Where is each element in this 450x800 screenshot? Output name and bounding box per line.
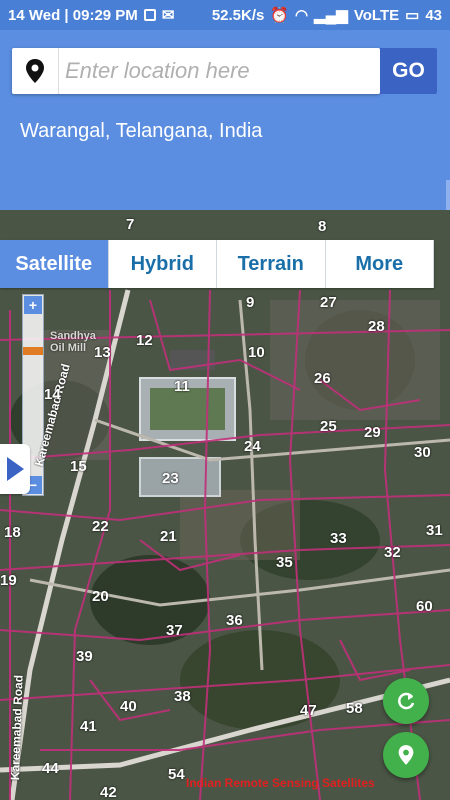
plot-number: 11 [174, 378, 190, 395]
plot-number: 9 [246, 294, 255, 311]
gallery-notification-icon [143, 9, 156, 21]
location-pin-icon [398, 745, 414, 765]
plot-number: 31 [426, 522, 443, 539]
satellite-map[interactable]: Satellite Hybrid Terrain More + − Kareem… [0, 210, 450, 800]
map-imagery [0, 210, 450, 800]
map-type-tabs: Satellite Hybrid Terrain More [0, 240, 434, 288]
plot-number: 15 [70, 458, 87, 475]
tab-more[interactable]: More [325, 240, 434, 288]
plot-number: 29 [364, 424, 381, 441]
imagery-watermark: Indian Remote Sensing Satellites [186, 776, 375, 790]
plot-number: 44 [42, 760, 59, 777]
status-network: VoLTE [353, 6, 400, 24]
plot-number: 35 [276, 554, 293, 571]
my-location-button[interactable] [383, 732, 429, 778]
plot-number: 36 [226, 612, 243, 629]
plot-number: 58 [346, 700, 363, 717]
tab-hybrid[interactable]: Hybrid [108, 240, 217, 288]
status-bar: 14 Wed | 09:29 PM ✉ 52.5K/s ⏰ ◠ ▂▄▆ VoLT… [0, 0, 450, 30]
plot-number: 47 [300, 702, 317, 719]
alarm-icon: ⏰ [270, 7, 290, 24]
plot-number: 22 [92, 518, 109, 535]
battery-icon: ▭ [405, 7, 420, 24]
search-header: GO Warangal, Telangana, India [0, 30, 450, 240]
signal-icon: ▂▄▆ [314, 7, 348, 24]
zoom-handle[interactable] [23, 347, 43, 355]
refresh-button[interactable] [383, 678, 429, 724]
plot-number: 12 [136, 332, 153, 349]
plot-number: 37 [166, 622, 183, 639]
search-box [12, 48, 380, 94]
plot-number: 24 [244, 438, 261, 455]
plot-number: 26 [314, 370, 331, 387]
plot-number: 27 [320, 294, 337, 311]
tab-terrain[interactable]: Terrain [217, 240, 326, 288]
tab-satellite[interactable]: Satellite [0, 240, 109, 288]
location-label: Warangal, Telangana, India [20, 120, 263, 142]
plot-number: 21 [160, 528, 177, 545]
wifi-icon: ◠ [295, 7, 309, 24]
status-battery: 43 [425, 6, 442, 24]
play-arrow-icon [7, 457, 24, 481]
plot-number: 19 [0, 572, 17, 589]
plot-number: 54 [168, 766, 185, 783]
zoom-in-button[interactable]: + [24, 296, 42, 314]
location-pin-icon [26, 59, 44, 83]
plot-number: 23 [162, 470, 179, 487]
plot-number: 20 [92, 588, 109, 605]
plot-number: 32 [384, 544, 401, 561]
plot-number: 30 [414, 444, 431, 461]
refresh-icon [398, 692, 415, 710]
plot-number: 28 [368, 318, 385, 335]
search-input[interactable] [58, 48, 374, 94]
expand-panel-button[interactable] [0, 444, 30, 494]
plot-number: 33 [330, 530, 347, 547]
plot-number: 13 [94, 344, 111, 361]
plot-number: 38 [174, 688, 191, 705]
plot-number: 14 [44, 386, 61, 403]
plot-number: 60 [416, 598, 433, 615]
status-speed: 52.5K/s [211, 6, 265, 24]
status-datetime: 14 Wed | 09:29 PM [8, 6, 138, 24]
plot-number: 25 [320, 418, 337, 435]
plot-number: 40 [120, 698, 137, 715]
plot-number: 10 [248, 344, 265, 361]
plot-number: 7 [126, 216, 135, 233]
go-button[interactable]: GO [380, 48, 437, 94]
plot-number: 8 [318, 218, 327, 235]
plot-number: 41 [80, 718, 97, 735]
plot-number: 42 [100, 784, 117, 800]
mail-notification-icon: ✉ [161, 7, 175, 24]
plot-number: 39 [76, 648, 93, 665]
plot-number: 18 [4, 524, 21, 541]
